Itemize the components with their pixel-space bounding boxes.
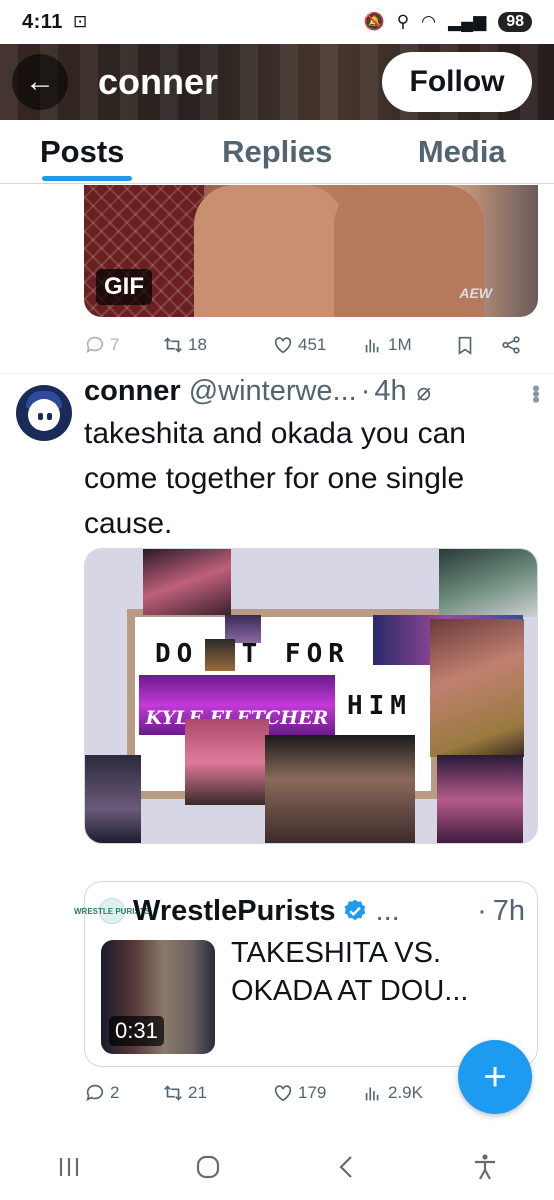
tab-replies[interactable]: Replies xyxy=(185,120,370,183)
collage-photo xyxy=(430,619,524,757)
heart-icon xyxy=(274,1085,292,1102)
edited-icon: ⌀ xyxy=(416,379,432,406)
collage-photo xyxy=(265,735,415,843)
repost-icon xyxy=(164,1085,182,1101)
profile-header: ← conner Follow xyxy=(0,44,554,120)
reply-count: 7 xyxy=(110,335,120,354)
views-icon xyxy=(365,339,379,353)
prev-tweet-actions: 7 18 451 1M xyxy=(84,327,544,363)
bookmark-icon xyxy=(458,336,472,355)
mute-icon: 🔕 xyxy=(363,12,385,31)
tweet-text: takeshita and okada you can come togethe… xyxy=(84,417,466,540)
back-arrow-icon: ← xyxy=(25,65,55,98)
screenshot-icon: ⊡ xyxy=(72,12,88,31)
location-icon: ⚲ xyxy=(396,12,410,31)
like-button[interactable]: 179 xyxy=(272,1082,362,1104)
status-time: 4:11 xyxy=(22,10,63,33)
share-icon xyxy=(502,336,520,354)
status-bar: 4:11 ⊡ 🔕 ⚲ ◠ ▂▄▆ 98 xyxy=(0,0,554,44)
signal-icon: ▂▄▆ xyxy=(448,12,487,31)
share-button[interactable] xyxy=(500,334,522,356)
chevron-left-icon xyxy=(339,1156,353,1178)
views-button[interactable]: 1M xyxy=(362,334,454,356)
quoted-time: 7h xyxy=(492,894,525,927)
like-button[interactable]: 451 xyxy=(272,334,362,356)
tweet-divider xyxy=(0,373,554,374)
reply-icon xyxy=(86,1084,104,1101)
separator: · xyxy=(477,894,487,927)
avatar[interactable] xyxy=(16,385,72,441)
collage-photo xyxy=(185,719,269,805)
home-icon xyxy=(196,1155,219,1179)
battery-indicator: 98 xyxy=(498,12,532,32)
status-icons: 🔕 ⚲ ◠ ▂▄▆ 98 xyxy=(364,12,532,32)
reply-icon xyxy=(86,336,104,353)
more-options-icon[interactable]: ••• xyxy=(522,384,548,401)
accessibility-icon xyxy=(474,1154,495,1180)
collage-photo xyxy=(205,639,235,671)
tab-posts[interactable]: Posts xyxy=(0,120,185,183)
avatar-eye xyxy=(38,413,43,420)
gif-figure xyxy=(194,185,344,317)
reply-button[interactable]: 7 xyxy=(84,334,154,356)
collage-photo xyxy=(439,549,537,617)
accessibility-button[interactable] xyxy=(455,1142,515,1192)
quoted-tweet-header: WRESTLE PURISTS WrestlePurists ... · 7h xyxy=(74,892,525,930)
back-button[interactable]: ← xyxy=(12,54,68,110)
compose-button[interactable]: + xyxy=(458,1040,532,1114)
collage-photo xyxy=(143,549,231,615)
wifi-icon: ◠ xyxy=(421,12,436,31)
like-count: 179 xyxy=(298,1083,327,1102)
aew-watermark: AEW xyxy=(459,285,492,301)
profile-tabs: Posts Replies Media xyxy=(0,120,554,184)
author-handle[interactable]: @winterwe... xyxy=(189,375,357,408)
home-button[interactable] xyxy=(178,1142,238,1192)
tweet-image[interactable]: DO IT FOR KYLE FLETCHER HIM xyxy=(84,548,538,844)
author-name[interactable]: conner xyxy=(84,375,181,408)
tab-media[interactable]: Media xyxy=(370,120,554,183)
collage-photo xyxy=(85,755,141,843)
heart-icon xyxy=(274,337,292,354)
quoted-tweet[interactable]: WRESTLE PURISTS WrestlePurists ... · 7h … xyxy=(74,881,538,1067)
view-count: 2.9K xyxy=(388,1083,423,1102)
tweet-gif-media[interactable]: GIF AEW xyxy=(84,185,538,317)
image-caption-line2: HIM xyxy=(347,691,412,721)
quoted-text: TAKESHITA VS. OKADA AT DOU... xyxy=(231,937,469,1007)
image-caption-line1: DO IT FOR xyxy=(155,639,350,669)
quoted-ellipsis: ... xyxy=(375,894,400,927)
reply-count: 2 xyxy=(110,1083,120,1102)
follow-button[interactable]: Follow xyxy=(382,52,532,112)
quoted-avatar: WRESTLE PURISTS xyxy=(74,898,150,924)
gif-badge: GIF xyxy=(96,269,152,305)
avatar-eye xyxy=(47,413,52,420)
separator: · xyxy=(360,375,371,407)
views-icon xyxy=(365,1087,379,1101)
recents-icon xyxy=(60,1158,79,1176)
repost-button[interactable]: 21 xyxy=(162,1082,272,1104)
timeline-feed[interactable]: GIF AEW 7 18 451 1M conner @winterwe... … xyxy=(0,185,554,1120)
bookmark-button[interactable] xyxy=(454,334,500,356)
tweet-time[interactable]: 4h xyxy=(374,375,406,408)
views-button[interactable]: 2.9K xyxy=(362,1082,454,1104)
recent-apps-button[interactable] xyxy=(39,1142,99,1192)
video-duration: 0:31 xyxy=(109,1016,164,1046)
profile-name: conner xyxy=(98,61,219,102)
repost-button[interactable]: 18 xyxy=(162,334,272,356)
verified-icon xyxy=(342,898,368,924)
like-count: 451 xyxy=(298,335,327,354)
quoted-author-name: WrestlePurists xyxy=(133,894,336,927)
reply-button[interactable]: 2 xyxy=(84,1082,162,1104)
quoted-video[interactable]: 0:31 xyxy=(101,940,215,1054)
system-navigation-bar xyxy=(0,1134,554,1200)
repost-icon xyxy=(164,337,182,353)
view-count: 1M xyxy=(388,335,412,354)
repost-count: 21 xyxy=(188,1083,207,1102)
tweet-header: conner @winterwe... · 4h ⌀ ••• xyxy=(84,375,548,415)
repost-count: 18 xyxy=(188,335,207,354)
avatar-face xyxy=(28,399,60,431)
system-back-button[interactable] xyxy=(316,1142,376,1192)
collage-photo xyxy=(437,755,523,843)
